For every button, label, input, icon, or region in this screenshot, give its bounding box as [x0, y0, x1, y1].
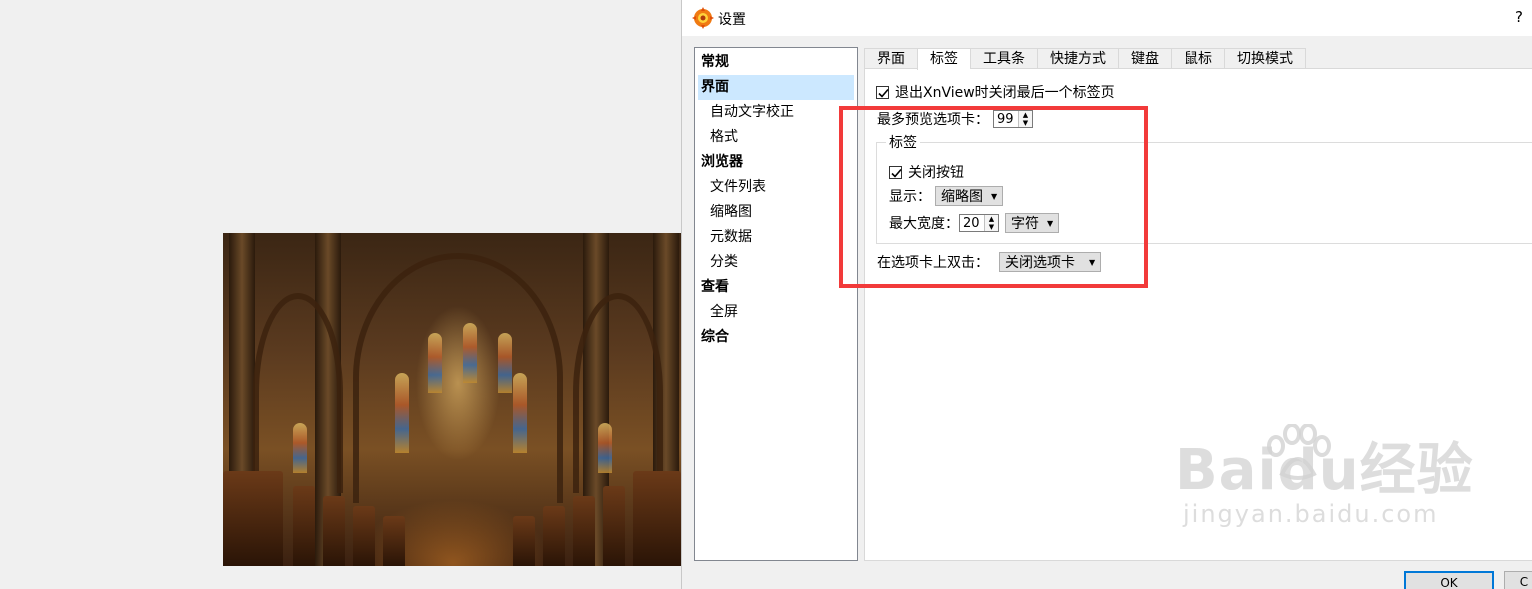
arch — [573, 293, 663, 493]
tab[interactable]: 键盘 — [1118, 48, 1171, 69]
title-bar: 设置 ? — [682, 0, 1532, 36]
tab[interactable]: 工具条 — [970, 48, 1037, 69]
settings-category-tree: 常规 界面 自动文字校正 格式 浏览器 文件列表 缩略图 元数据 分类 查看 全屏 综合 — [694, 47, 858, 561]
close-last-tab-label: 退出XnView时关闭最后一个标签页 — [895, 85, 1115, 101]
pew — [383, 516, 405, 566]
pew — [633, 471, 681, 566]
watermark-url: jingyan.baidu.com — [1183, 500, 1439, 528]
stained-glass-window — [428, 333, 442, 393]
church-interior-image — [223, 233, 681, 566]
stained-glass-window — [513, 373, 527, 453]
stained-glass-window — [463, 323, 477, 383]
tab[interactable]: 快捷方式 — [1037, 48, 1118, 69]
cancel-button[interactable]: C — [1504, 571, 1532, 589]
pew — [223, 471, 283, 566]
pew — [573, 496, 595, 566]
nav-item[interactable]: 浏览器 — [695, 150, 857, 175]
baidu-watermark: Baidu经验 jingyan.baidu.com — [1175, 425, 1474, 528]
help-button[interactable]: ? — [1515, 8, 1523, 26]
pew — [603, 486, 625, 566]
nav-item[interactable]: 界面 — [698, 75, 854, 100]
nav-item[interactable]: 综合 — [695, 325, 857, 350]
dialog-title: 设置 — [718, 12, 746, 28]
tab[interactable]: 标签 — [917, 48, 970, 70]
stained-glass-window — [598, 423, 612, 473]
pew — [323, 496, 345, 566]
nav-item[interactable]: 分类 — [695, 250, 857, 275]
stained-glass-window — [395, 373, 409, 453]
nav-item[interactable]: 查看 — [695, 275, 857, 300]
nav-item[interactable]: 常规 — [695, 50, 857, 75]
arch — [353, 253, 563, 503]
nav-item[interactable]: 缩略图 — [695, 200, 857, 225]
nav-item[interactable]: 全屏 — [695, 300, 857, 325]
xnview-app-icon — [692, 7, 714, 29]
stained-glass-window — [293, 423, 307, 473]
pew — [353, 506, 375, 566]
pew — [293, 486, 315, 566]
nav-item[interactable]: 元数据 — [695, 225, 857, 250]
tab[interactable]: 切换模式 — [1224, 48, 1306, 69]
tab[interactable]: 界面 — [864, 48, 917, 69]
stained-glass-window — [498, 333, 512, 393]
nav-item[interactable]: 自动文字校正 — [695, 100, 857, 125]
pew — [543, 506, 565, 566]
checkmark-icon — [878, 88, 889, 98]
pew — [513, 516, 535, 566]
tab[interactable]: 鼠标 — [1171, 48, 1224, 69]
highlight-annotation-box — [839, 106, 1148, 288]
nav-item[interactable]: 格式 — [695, 125, 857, 150]
close-last-tab-row: 退出XnView时关闭最后一个标签页 — [876, 82, 1115, 102]
nav-item[interactable]: 文件列表 — [695, 175, 857, 200]
tab-strip: 界面 标签 工具条 快捷方式 键盘 鼠标 切换模式 — [864, 48, 1306, 70]
ok-button[interactable]: OK — [1404, 571, 1494, 589]
watermark-brand: Baidu经验 — [1175, 438, 1474, 503]
close-last-tab-checkbox[interactable] — [876, 85, 889, 99]
